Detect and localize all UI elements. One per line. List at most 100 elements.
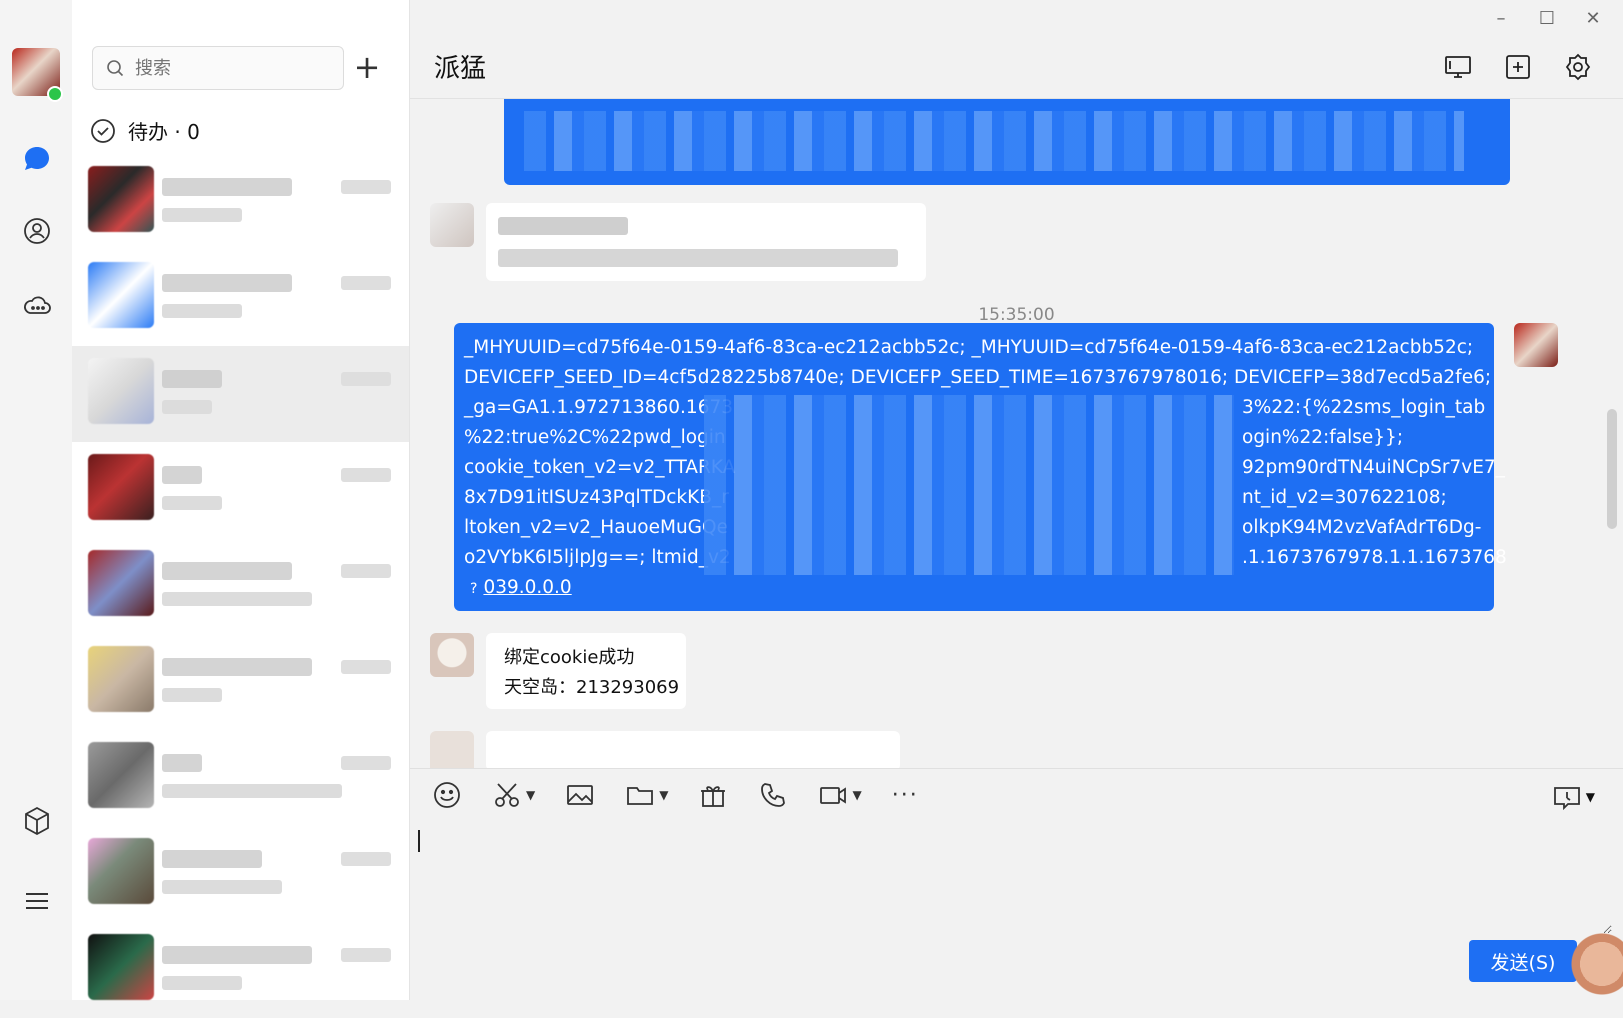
decorative-sticker [1553,910,1623,1000]
conversation-preview [162,688,222,702]
maximize-button[interactable]: ☐ [1537,8,1557,29]
redacted-content [498,249,898,267]
chevron-down-icon: ▼ [526,788,536,802]
chat-header-tools [1443,52,1593,82]
todo-label: 待办 · 0 [128,120,200,144]
nav-rail [0,0,73,1000]
app-box-icon[interactable] [20,804,54,838]
video-dropdown[interactable]: ▼ [818,780,862,810]
gift-icon[interactable] [698,780,728,810]
chevron-down-icon: ▼ [1585,790,1595,804]
more-icon[interactable]: ··· [892,783,919,808]
conversation-name [162,754,202,772]
message-line: ogin%22:false}}; [1242,427,1404,448]
check-circle-icon [91,118,115,143]
conversation-item[interactable] [72,250,409,346]
message-line: 绑定cookie成功 [504,647,635,668]
avatar [88,454,154,520]
image-icon[interactable] [565,780,595,810]
conversation-item[interactable] [72,826,409,922]
message-line: nt_id_v2=307622108; [1242,487,1447,508]
conversation-name [162,658,312,676]
message-list: 15:35:00 _MHYUUID=cd75f64e-0159-4af6-83c… [410,99,1623,769]
settings-icon[interactable] [1563,52,1593,82]
message-bubble-sent [504,99,1510,185]
redacted-content [498,217,628,235]
text-cursor [418,830,420,852]
link-prefix: ? [470,581,478,597]
avatar [88,262,154,328]
screenshot-dropdown[interactable]: ▼ [492,780,535,810]
scrollbar-thumb[interactable] [1607,409,1617,529]
search-input[interactable] [133,56,337,80]
conversation-item[interactable] [72,730,409,826]
message-bubble-received [486,203,926,281]
conversation-name [162,178,292,196]
video-icon [820,787,847,804]
conversation-name [162,850,262,868]
avatar [88,934,154,1000]
conversation-item[interactable] [72,538,409,634]
message-bubble-received[interactable]: 绑定cookie成功 天空岛：213293069 [486,633,686,709]
avatar [430,731,474,769]
search-box[interactable] [92,46,344,90]
conversation-name [162,562,292,580]
message-link[interactable]: 039.0.0.0 [483,577,571,598]
cloud-icon[interactable] [20,288,54,322]
conversation-name [162,946,312,964]
conversation-item[interactable] [72,154,409,250]
conversation-name [162,466,202,484]
composer-divider [410,768,1623,769]
conversation-time [341,660,391,674]
avatar [88,742,154,808]
contacts-icon[interactable] [20,214,54,248]
conversation-item[interactable] [72,922,409,1018]
minimize-button[interactable]: – [1491,8,1511,29]
scissors-icon [495,783,519,807]
conversation-time [341,564,391,578]
conversation-preview [162,592,312,606]
conversation-preview [162,784,342,798]
message-input[interactable] [418,820,1612,934]
message-timestamp: 15:35:00 [978,305,1055,325]
history-icon [1553,787,1580,811]
add-button[interactable]: + [350,48,384,86]
message-line: olkpK94M2vzVafAdrT6Dg- [1242,517,1482,538]
conversation-list: + 待办 · 0 [72,0,410,1000]
avatar [88,646,154,712]
message-line: _MHYUUID=cd75f64e-0159-4af6-83ca-ec212ac… [464,337,1474,358]
conversation-preview [162,400,212,414]
conversation-preview [162,976,242,990]
file-dropdown[interactable]: ▼ [625,780,668,810]
conversation-item-selected[interactable] [72,346,409,442]
menu-icon[interactable] [20,884,54,918]
todo-entry[interactable]: 待办 · 0 [90,116,200,145]
screen-share-icon[interactable] [1443,52,1473,82]
avatar [88,358,154,424]
avatar [88,166,154,232]
conversation-time [341,852,391,866]
emoji-icon[interactable] [432,780,462,810]
conversation-time [341,948,391,962]
message-line: 92pm90rdTN4uiNCpSr7vE7_ [1242,457,1505,478]
window-controls: – ☐ ✕ [1491,8,1603,29]
conversation-name [162,370,222,388]
chat-icon[interactable] [20,142,54,176]
add-window-icon[interactable] [1503,52,1533,82]
avatar [1514,323,1558,367]
composer-toolbar: ▼ ▼ ▼ ··· [432,780,919,810]
history-dropdown[interactable]: ▼ [1552,782,1595,812]
avatar [430,203,474,247]
message-bubble-sent[interactable]: _MHYUUID=cd75f64e-0159-4af6-83ca-ec212ac… [454,323,1507,611]
conversation-time [341,756,391,770]
message-text: 绑定cookie成功 天空岛：213293069 [504,643,679,703]
message-line: .1.1673767978.1.1.1673768 [1242,547,1507,568]
message-link-line: ? 039.0.0.0 [464,573,1491,604]
message-bubble-received [486,731,900,769]
conversation-item[interactable] [72,442,409,538]
avatar [88,550,154,616]
phone-icon[interactable] [758,780,788,810]
conversation-item[interactable] [72,634,409,730]
close-button[interactable]: ✕ [1583,8,1603,29]
redacted-content [524,111,1464,171]
